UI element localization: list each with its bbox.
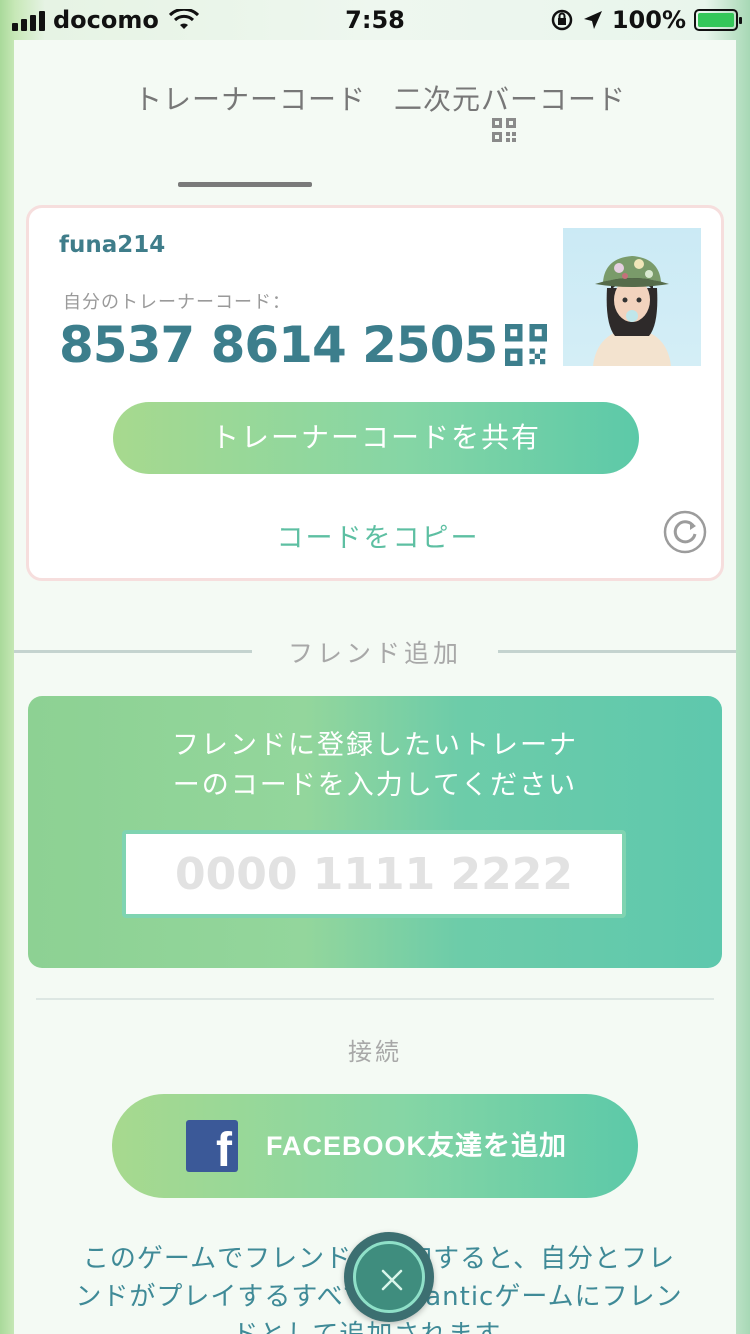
facebook-button-label: FACEBOOK友達を追加 — [266, 1131, 568, 1161]
add-friend-box: フレンドに登録したいトレーナ ーのコードを入力してください — [28, 696, 722, 968]
status-right: 100% — [550, 6, 742, 34]
instruction-line-1: フレンドに登録したいトレーナ — [172, 730, 578, 761]
tab-qr-code[interactable]: 二次元バーコード — [394, 78, 626, 118]
active-tab-indicator — [178, 182, 312, 187]
friend-code-input[interactable] — [122, 830, 626, 918]
location-arrow-icon — [583, 11, 602, 29]
close-icon — [381, 1269, 403, 1291]
instruction-line-2: ーのコードを入力してください — [172, 770, 578, 801]
tab-trainer-code[interactable]: トレーナーコード — [134, 78, 366, 118]
close-button[interactable] — [344, 1232, 434, 1322]
my-code-label: 自分のトレーナーコード： — [63, 292, 291, 313]
trainer-username: funa214 — [59, 232, 166, 258]
qr-code-icon[interactable] — [492, 118, 516, 142]
share-trainer-code-button[interactable]: トレーナーコードを共有 — [113, 402, 639, 474]
my-trainer-code: 8537 8614 2505 — [59, 316, 498, 374]
battery-percent: 100% — [611, 6, 686, 34]
battery-icon — [694, 9, 742, 31]
copy-code-link[interactable]: コードをコピー — [29, 516, 727, 555]
close-button-inner — [353, 1241, 425, 1313]
refresh-icon[interactable] — [663, 510, 707, 554]
trainer-avatar — [563, 228, 701, 366]
add-friend-divider: フレンド追加 — [14, 630, 736, 674]
status-bar: docomo 7:58 100% — [0, 0, 750, 40]
add-friend-instruction: フレンドに登録したいトレーナ ーのコードを入力してください — [28, 726, 722, 806]
connect-section-label: 接続 — [348, 1038, 402, 1066]
divider-line-right — [498, 650, 736, 653]
qr-code-icon[interactable] — [505, 324, 547, 366]
add-facebook-friends-button[interactable]: f FACEBOOK友達を追加 — [112, 1094, 638, 1198]
facebook-icon: f — [186, 1120, 238, 1172]
avatar-image — [593, 256, 671, 366]
trainer-code-card: funa214 自分のトレーナーコード： 8537 8614 2505 トレーナ… — [26, 205, 724, 581]
trainer-code-panel: トレーナーコード 二次元バーコード funa214 自分のトレーナーコード： 8… — [14, 40, 736, 1334]
orientation-lock-icon — [551, 9, 573, 31]
tab-bar: トレーナーコード 二次元バーコード — [14, 70, 736, 200]
section-divider — [36, 998, 714, 1000]
